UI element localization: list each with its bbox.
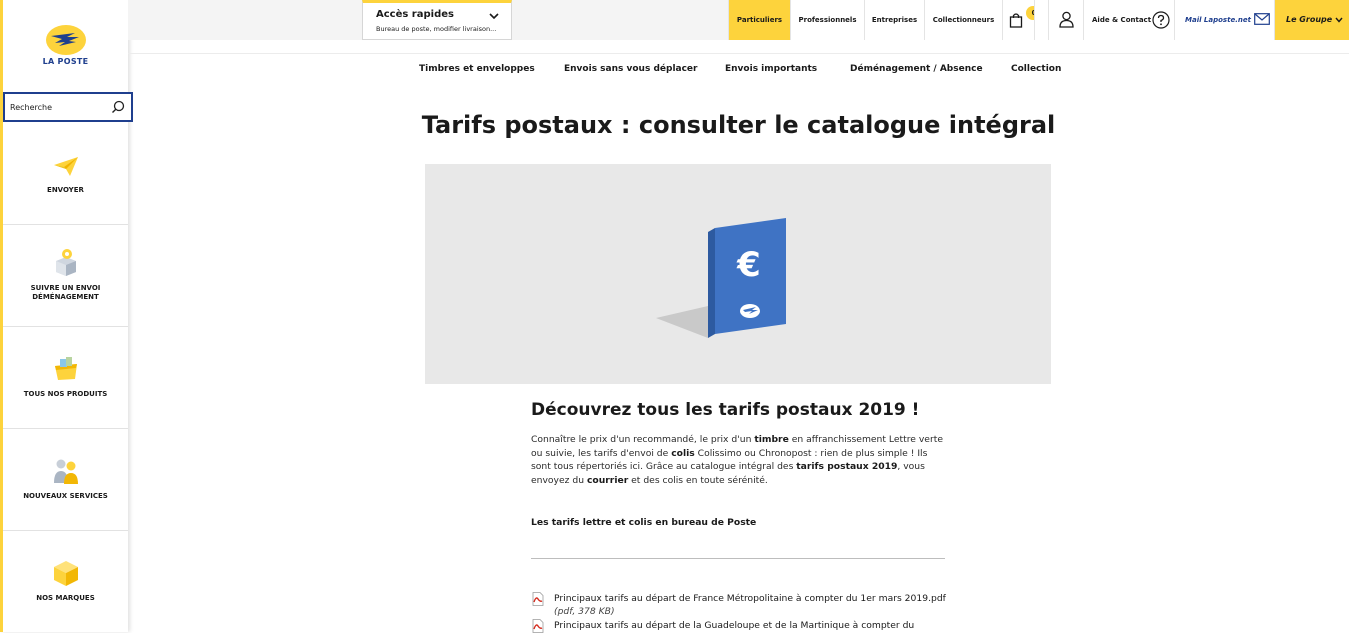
la-poste-bird-icon bbox=[46, 25, 86, 55]
quick-access-dropdown[interactable]: Accès rapides Bureau de poste, modifier … bbox=[362, 0, 512, 40]
help-contact-label: Aide & Contact bbox=[1092, 16, 1152, 24]
sidebar-item-suivre[interactable]: SUIVRE UN ENVOI DÉMÉNAGEMENT bbox=[3, 224, 128, 326]
sidebar-item-services[interactable]: NOUVEAUX SERVICES bbox=[3, 428, 128, 530]
hero-banner: € bbox=[425, 164, 1051, 384]
quick-access-subtitle: Bureau de poste, modifier livraison... bbox=[376, 25, 497, 33]
box-icon bbox=[54, 561, 78, 586]
shopping-bag-icon bbox=[1009, 13, 1023, 28]
pdf-link-text[interactable]: Principaux tarifs au départ de France Mé… bbox=[554, 593, 946, 604]
pdf-link-antilles[interactable]: Principaux tarifs au départ de la Guadel… bbox=[531, 619, 946, 633]
paper-plane-icon bbox=[54, 157, 78, 176]
parcel-tracking-icon bbox=[56, 249, 76, 276]
quick-access-title: Accès rapides bbox=[376, 9, 454, 20]
sidebar-item-label: SUIVRE UN ENVOI bbox=[30, 284, 101, 292]
link-colis[interactable]: colis bbox=[671, 448, 695, 459]
basket-icon bbox=[55, 357, 77, 380]
search-box[interactable] bbox=[3, 92, 133, 122]
section-label: Les tarifs lettre et colis en bureau de … bbox=[531, 517, 757, 528]
chevron-down-icon bbox=[1335, 17, 1343, 23]
nav-demenagement[interactable]: Déménagement / Absence bbox=[850, 64, 983, 74]
mail-envelope-icon bbox=[1254, 13, 1270, 25]
search-input[interactable] bbox=[10, 99, 108, 115]
svg-text:€: € bbox=[736, 245, 761, 285]
link-timbre[interactable]: timbre bbox=[754, 434, 788, 445]
pdf-link-metropole[interactable]: Principaux tarifs au départ de France Mé… bbox=[531, 592, 946, 618]
secondary-nav: Timbres et enveloppes Envois sans vous d… bbox=[128, 53, 1349, 87]
chevron-down-icon bbox=[489, 13, 499, 20]
help-question-icon bbox=[1152, 11, 1170, 29]
sidebar-item-label: NOS MARQUES bbox=[36, 594, 95, 602]
section-heading: Découvrez tous les tarifs postaux 2019 ! bbox=[531, 400, 920, 420]
top-bar: Accès rapides Bureau de poste, modifier … bbox=[128, 0, 1349, 40]
tab-professionnels[interactable]: Professionnels bbox=[790, 0, 864, 40]
people-icon bbox=[54, 459, 78, 484]
sidebar-item-label: ENVOYER bbox=[47, 186, 84, 194]
sidebar-item-produits[interactable]: TOUS NOS PRODUITS bbox=[3, 326, 128, 428]
tariff-catalogue-illustration: € bbox=[656, 218, 786, 338]
sidebar-item-marques[interactable]: NOS MARQUES bbox=[3, 530, 128, 632]
spacer bbox=[1034, 0, 1048, 40]
nav-envois-sans-deplacer[interactable]: Envois sans vous déplacer bbox=[564, 64, 697, 74]
nav-timbres[interactable]: Timbres et enveloppes bbox=[419, 64, 535, 74]
sidebar-item-envoyer[interactable]: ENVOYER bbox=[3, 124, 128, 224]
page-title: Tarifs postaux : consulter le catalogue … bbox=[421, 111, 1056, 139]
la-poste-logo[interactable]: LA POSTE bbox=[3, 0, 128, 90]
mail-label: Mail Laposte.net bbox=[1185, 16, 1251, 24]
pdf-file-icon bbox=[532, 619, 544, 633]
intro-paragraph: Connaître le prix d'un recommandé, le pr… bbox=[531, 434, 943, 486]
mail-laposte-link[interactable]: Mail Laposte.net bbox=[1174, 0, 1274, 40]
account-button[interactable] bbox=[1048, 0, 1083, 40]
pdf-link-text[interactable]: Principaux tarifs au départ de la Guadel… bbox=[554, 620, 914, 631]
search-icon[interactable] bbox=[111, 100, 125, 114]
divider bbox=[531, 558, 945, 559]
sidebar-item-label: TOUS NOS PRODUITS bbox=[23, 390, 108, 398]
tab-particuliers[interactable]: Particuliers bbox=[728, 0, 790, 40]
pdf-file-meta: (pdf, 378 KB) bbox=[554, 606, 615, 617]
sidebar: LA POSTE ENVOYER SUIVRE UN ENVOI DÉMÉNAG… bbox=[0, 0, 133, 632]
cart-button[interactable]: 0 bbox=[1002, 0, 1042, 40]
help-contact-link[interactable]: Aide & Contact bbox=[1083, 0, 1174, 40]
pdf-file-icon bbox=[532, 592, 544, 606]
nav-envois-importants[interactable]: Envois importants bbox=[725, 64, 817, 74]
sidebar-item-label-secondary: DÉMÉNAGEMENT bbox=[32, 293, 99, 301]
tab-collectionneurs[interactable]: Collectionneurs bbox=[924, 0, 1002, 40]
logo-text: LA POSTE bbox=[42, 57, 89, 66]
nav-collection[interactable]: Collection bbox=[1011, 64, 1061, 74]
le-groupe-dropdown[interactable]: Le Groupe bbox=[1274, 0, 1349, 40]
link-tarifs-postaux[interactable]: tarifs postaux 2019 bbox=[796, 461, 897, 472]
tab-entreprises[interactable]: Entreprises bbox=[864, 0, 924, 40]
link-courrier[interactable]: courrier bbox=[587, 475, 628, 486]
le-groupe-label: Le Groupe bbox=[1286, 15, 1333, 24]
user-icon bbox=[1059, 11, 1074, 28]
sidebar-item-label: NOUVEAUX SERVICES bbox=[23, 492, 108, 500]
